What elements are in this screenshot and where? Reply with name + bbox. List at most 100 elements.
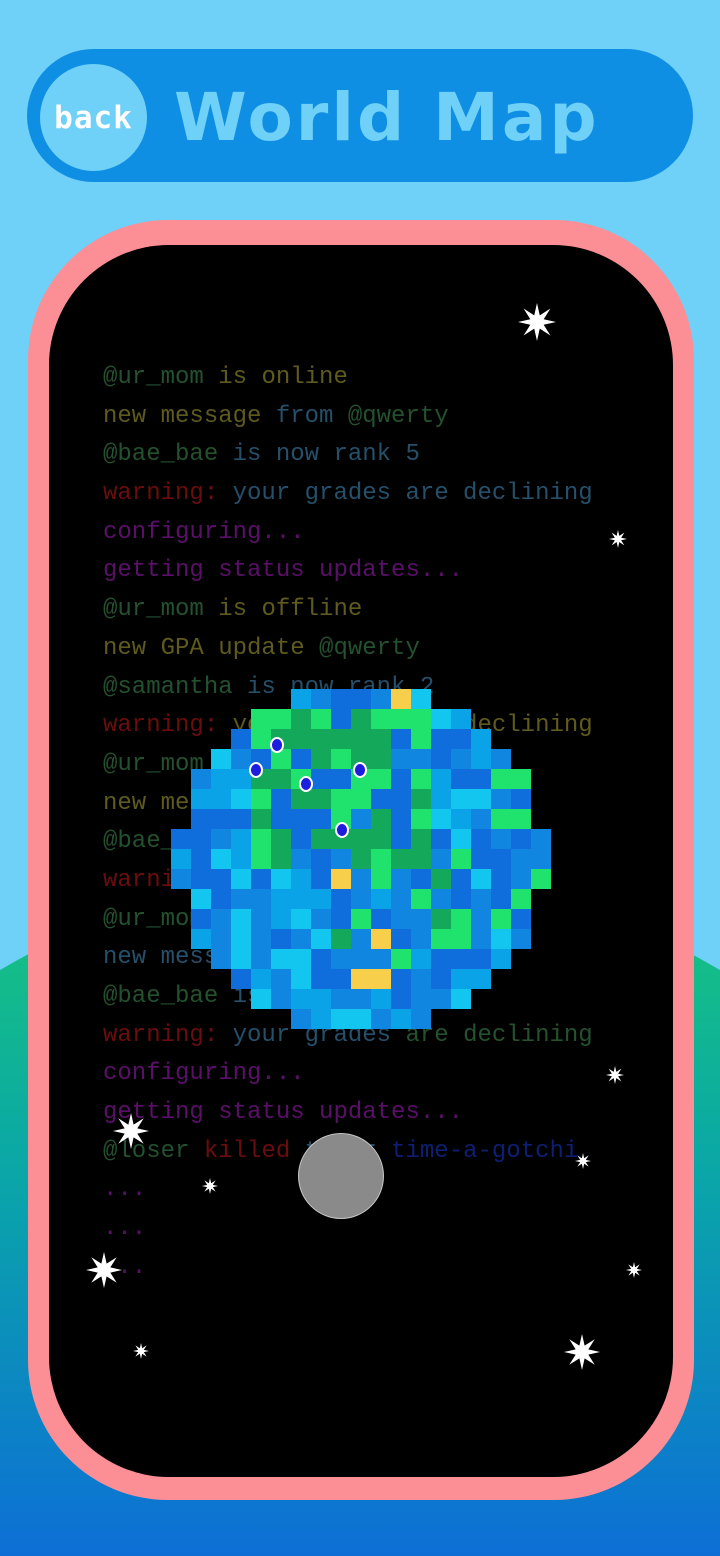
feed-text: ...: [103, 1253, 147, 1281]
globe-pixel: [311, 1009, 331, 1029]
globe-pixel: [351, 889, 371, 909]
page-title: World Map: [174, 79, 600, 156]
feed-text: ...: [103, 1215, 147, 1243]
globe-pixel: [271, 849, 291, 869]
feed-text: configuring...: [103, 1060, 305, 1088]
globe-pixel: [231, 729, 251, 749]
globe-pixel: [371, 689, 391, 709]
feed-line: getting status updates...: [103, 1094, 673, 1133]
globe-pixel: [291, 829, 311, 849]
globe-pixel: [271, 929, 291, 949]
globe-pixel: [291, 729, 311, 749]
globe-pixel: [251, 869, 271, 889]
globe-pixel: [291, 789, 311, 809]
globe-pixel: [331, 789, 351, 809]
globe-pixel: [431, 729, 451, 749]
globe-pixel: [391, 889, 411, 909]
globe-pixel: [231, 769, 251, 789]
globe-pixel: [311, 929, 331, 949]
globe-pixel: [291, 929, 311, 949]
globe-pixel: [291, 849, 311, 869]
globe-pixel: [351, 909, 371, 929]
back-button[interactable]: back: [40, 64, 147, 171]
globe-pixel: [331, 949, 351, 969]
globe-pixel: [351, 949, 371, 969]
globe-pixel: [471, 769, 491, 789]
player-marker-icon[interactable]: [353, 762, 367, 778]
globe-pixel: [431, 849, 451, 869]
feed-line: @ur_mom is offline: [103, 591, 673, 630]
globe-pixel: [431, 749, 451, 769]
globe-pixel: [451, 789, 471, 809]
globe-pixel: [371, 1009, 391, 1029]
globe-pixel: [331, 749, 351, 769]
globe-pixel: [311, 829, 331, 849]
globe-pixel: [351, 829, 371, 849]
globe-pixel: [191, 849, 211, 869]
feed-line: @ur_mom is online: [103, 359, 673, 398]
feed-text: configuring...: [103, 518, 305, 546]
globe-pixel: [371, 909, 391, 929]
globe-pixel: [351, 869, 371, 889]
globe-pixel: [491, 789, 511, 809]
globe-pixel: [511, 909, 531, 929]
globe-pixel: [371, 829, 391, 849]
globe-pixel: [471, 789, 491, 809]
world-globe-icon[interactable]: [170, 676, 552, 1042]
globe-pixel: [491, 809, 511, 829]
globe-pixel: [531, 829, 551, 849]
globe-pixel: [211, 809, 231, 829]
feed-line: @loser killed their time-a-gotchi: [103, 1133, 673, 1172]
globe-pixel: [391, 909, 411, 929]
feed-text: @ur_mom: [103, 596, 204, 624]
globe-pixel: [411, 749, 431, 769]
globe-pixel: [431, 829, 451, 849]
globe-pixel: [291, 749, 311, 769]
globe-pixel: [351, 729, 371, 749]
globe-pixel: [451, 769, 471, 789]
player-marker-icon[interactable]: [249, 762, 263, 778]
globe-pixel: [271, 709, 291, 729]
globe-pixel: [471, 809, 491, 829]
globe-pixel: [511, 929, 531, 949]
globe-pixel: [431, 809, 451, 829]
globe-pixel: [251, 789, 271, 809]
player-marker-icon[interactable]: [270, 737, 284, 753]
globe-pixel: [371, 769, 391, 789]
feed-text: is now rank 5: [218, 441, 420, 469]
globe-pixel: [331, 989, 351, 1009]
globe-pixel: [511, 829, 531, 849]
globe-pixel: [331, 1009, 351, 1029]
player-marker-icon[interactable]: [335, 822, 349, 838]
globe-pixel: [231, 949, 251, 969]
globe-pixel: [491, 949, 511, 969]
globe-pixel: [251, 889, 271, 909]
globe-pixel: [371, 729, 391, 749]
globe-pixel: [311, 909, 331, 929]
feed-line: ...: [103, 1249, 673, 1288]
player-marker-icon[interactable]: [299, 776, 313, 792]
globe-pixel: [451, 849, 471, 869]
globe-pixel: [291, 869, 311, 889]
globe-pixel: [211, 829, 231, 849]
globe-pixel: [411, 909, 431, 929]
globe-pixel: [251, 829, 271, 849]
feed-line: configuring...: [103, 1055, 673, 1094]
globe-pixel: [431, 889, 451, 909]
globe-pixel: [431, 709, 451, 729]
feed-text: new message: [103, 402, 276, 430]
joystick-button[interactable]: [298, 1133, 384, 1219]
globe-pixel: [491, 869, 511, 889]
globe-pixel: [371, 889, 391, 909]
globe-pixel: [271, 949, 291, 969]
feed-text: killed: [203, 1137, 305, 1165]
globe-pixel: [431, 969, 451, 989]
globe-pixel: [451, 749, 471, 769]
globe-pixel: [451, 829, 471, 849]
globe-pixel: [171, 829, 191, 849]
globe-pixel: [391, 989, 411, 1009]
globe-pixel: [371, 989, 391, 1009]
globe-pixel: [371, 949, 391, 969]
globe-pixel: [491, 909, 511, 929]
globe-pixel: [231, 829, 251, 849]
